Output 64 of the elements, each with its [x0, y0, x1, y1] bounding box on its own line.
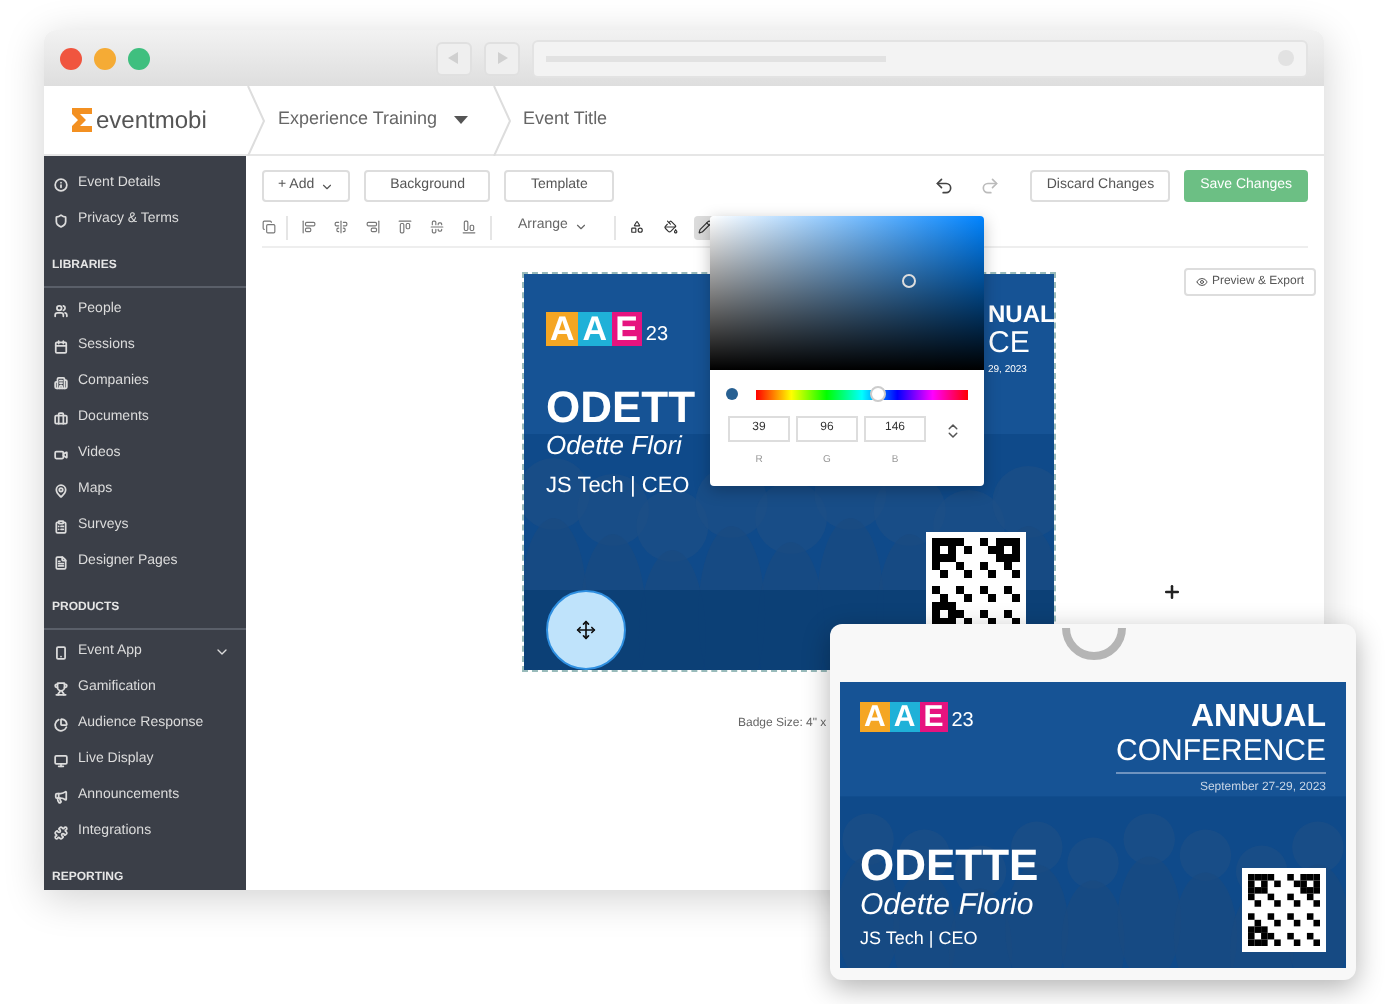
sidebar-item-icon	[54, 681, 68, 695]
job-title: JS Tech | CEO	[546, 472, 692, 503]
breadcrumb-item[interactable]: Experience Training	[278, 106, 468, 134]
sidebar-item-icon	[54, 213, 68, 227]
hue-slider[interactable]	[756, 389, 968, 399]
badge-title: ANNUAL	[1190, 702, 1326, 734]
move-cursor-icon	[576, 620, 596, 640]
tool-icon	[664, 220, 679, 234]
forward-arrow-icon	[495, 52, 508, 64]
sidebar-item-icon	[54, 555, 68, 569]
sidebar-item-icon	[54, 753, 68, 767]
caret-icon	[320, 179, 335, 193]
close-window-button[interactable]	[60, 47, 82, 69]
first-name: ODETT	[546, 386, 698, 430]
logo-letter: A	[546, 312, 579, 346]
logo-icon	[72, 108, 92, 132]
expand-chevron-icon[interactable]	[214, 644, 230, 660]
logo-letter: A	[860, 702, 890, 732]
saturation-handle[interactable]	[902, 274, 916, 288]
tool-icon	[698, 220, 713, 234]
sidebar-item-icon	[54, 339, 68, 353]
logo-letter: E	[919, 702, 948, 732]
sidebar-item-icon	[54, 303, 68, 317]
sidebar-item-icon	[54, 519, 68, 533]
format-toggle-icon[interactable]	[944, 422, 962, 440]
tool-icon	[630, 220, 645, 234]
align-icon[interactable]	[398, 220, 412, 234]
logo-suffix: 23	[951, 712, 974, 732]
sidebar-item-icon	[54, 717, 68, 731]
badge-title: CE	[988, 326, 1030, 364]
caret-icon	[573, 220, 588, 234]
breadcrumb-item[interactable]: Event Title	[523, 106, 608, 134]
full-name: Odette Flori	[546, 430, 685, 463]
sidebar-item-icon	[54, 447, 68, 461]
logo-letter: E	[611, 312, 642, 346]
logo-letter: A	[578, 312, 612, 346]
sidebar-item-icon	[54, 177, 68, 191]
logo-text: eventmobi	[96, 104, 207, 138]
align-icon[interactable]	[366, 220, 380, 234]
badge-title: CONFERENCE	[1115, 734, 1326, 774]
sidebar-item-icon	[54, 645, 68, 659]
sidebar-item-icon	[54, 483, 68, 497]
align-icon[interactable]	[430, 220, 444, 234]
logo-suffix: 23	[645, 326, 669, 346]
sidebar-item-icon	[54, 411, 68, 425]
eye-icon	[1195, 276, 1208, 288]
qr-code	[1242, 868, 1326, 952]
duplicate-icon[interactable]	[262, 220, 276, 234]
align-icon[interactable]	[302, 220, 316, 234]
first-name: ODETTE	[860, 843, 1041, 888]
job-title: JS Tech | CEO	[860, 925, 980, 952]
sidebar-item-icon	[54, 375, 68, 389]
undo-icon[interactable]	[934, 176, 955, 196]
back-arrow-icon	[447, 52, 460, 64]
logo-letter: A	[889, 702, 920, 732]
crosshair-cursor-icon	[1162, 582, 1182, 602]
full-name: Odette Florio	[860, 887, 1036, 925]
badge-title: NUAL	[988, 302, 1054, 326]
hue-slider-thumb[interactable]	[870, 385, 887, 401]
sidebar-item-icon	[54, 789, 68, 803]
align-icon[interactable]	[334, 220, 348, 234]
saturation-area[interactable]	[710, 216, 984, 370]
align-icon[interactable]	[462, 220, 476, 234]
sidebar-item-icon	[54, 825, 68, 839]
